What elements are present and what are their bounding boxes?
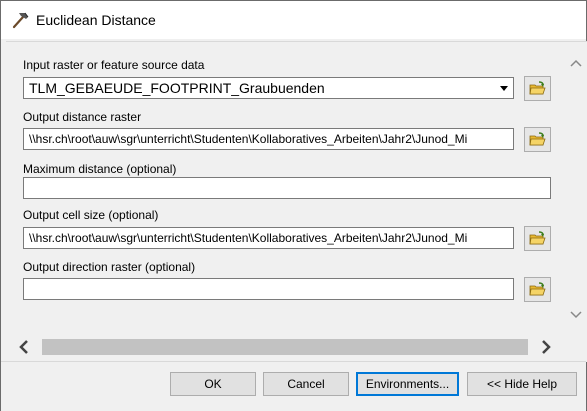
direction-raster-label: Output direction raster (optional)	[23, 260, 196, 274]
hide-help-button[interactable]: << Hide Help	[467, 372, 577, 396]
parameters-panel: Input raster or feature source data TLM_…	[6, 41, 587, 362]
input-data-label: Input raster or feature source data	[23, 58, 205, 72]
scrollbar-thumb[interactable]	[42, 339, 528, 355]
title-bar: Euclidean Distance	[1, 1, 586, 39]
chevron-down-icon[interactable]	[495, 78, 513, 98]
chevron-down-icon[interactable]	[570, 310, 582, 320]
hammer-icon	[12, 12, 29, 29]
folder-open-icon	[529, 231, 546, 245]
max-distance-input[interactable]	[23, 177, 551, 199]
cell-size-input[interactable]: \\hsr.ch\root\auw\sgr\unterricht\Student…	[23, 227, 514, 249]
browse-direction-button[interactable]	[524, 277, 551, 302]
browse-output-distance-button[interactable]	[524, 127, 551, 152]
dialog-footer: OK Cancel Environments... << Hide Help	[1, 361, 586, 411]
window-title: Euclidean Distance	[36, 12, 156, 28]
ok-button[interactable]: OK	[170, 372, 256, 396]
horizontal-scrollbar[interactable]	[18, 336, 553, 358]
chevron-left-icon[interactable]	[18, 340, 30, 354]
browse-cell-size-button[interactable]	[524, 226, 551, 251]
output-distance-input[interactable]: \\hsr.ch\root\auw\sgr\unterricht\Student…	[23, 128, 514, 150]
input-data-value: TLM_GEBAEUDE_FOOTPRINT_Graubuenden	[29, 80, 325, 96]
cell-size-label: Output cell size (optional)	[23, 208, 159, 222]
input-data-combobox[interactable]: TLM_GEBAEUDE_FOOTPRINT_Graubuenden	[23, 77, 514, 99]
direction-raster-input[interactable]	[23, 278, 514, 300]
max-distance-label: Maximum distance (optional)	[23, 162, 177, 176]
chevron-right-icon[interactable]	[540, 340, 552, 354]
browse-input-button[interactable]	[524, 76, 551, 101]
environments-button[interactable]: Environments...	[356, 372, 459, 396]
euclidean-distance-dialog: Euclidean Distance Input raster or featu…	[0, 0, 587, 411]
chevron-up-icon[interactable]	[570, 58, 582, 68]
folder-open-icon	[529, 132, 546, 146]
vertical-scrollbar[interactable]	[565, 42, 587, 344]
folder-open-icon	[529, 282, 546, 296]
folder-open-icon	[529, 81, 546, 95]
output-distance-label: Output distance raster	[23, 110, 142, 124]
cancel-button[interactable]: Cancel	[263, 372, 349, 396]
